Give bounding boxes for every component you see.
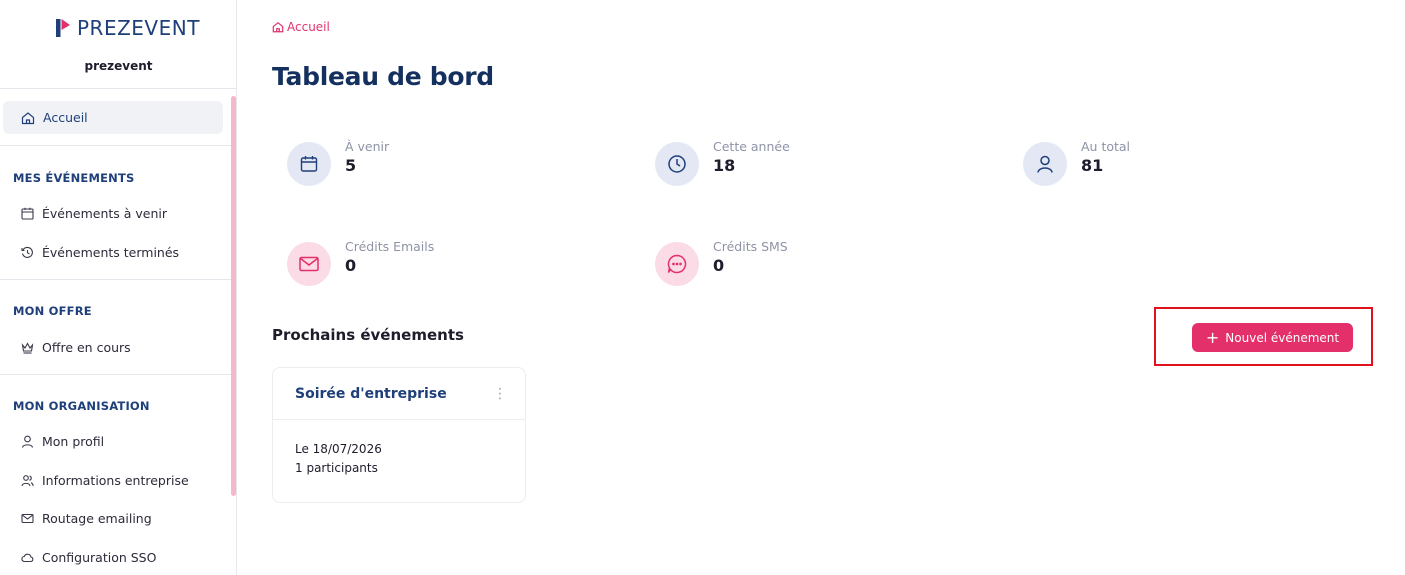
upcoming-events-heading: Prochains événements — [272, 326, 464, 344]
crown-icon — [20, 340, 34, 354]
sidebar-scrollbar[interactable] — [231, 96, 236, 496]
user-icon — [1023, 142, 1067, 186]
users-icon — [20, 473, 34, 487]
sidebar-item-emailing[interactable]: Routage emailing — [20, 507, 152, 529]
event-title[interactable]: Soirée d'entreprise — [295, 386, 447, 402]
sidebar-item-label: Événements terminés — [42, 244, 180, 260]
sidebar-item-label: Offre en cours — [42, 339, 131, 355]
organization-name: prezevent — [84, 59, 153, 73]
sidebar-item-profile[interactable]: Mon profil — [20, 430, 104, 452]
divider — [0, 279, 237, 280]
sidebar-item-label: Événements à venir — [42, 205, 168, 221]
stat-sms-credits: Crédits SMS 0 — [655, 239, 788, 286]
logo-text: PREZEVENT — [77, 16, 200, 40]
user-icon — [20, 434, 34, 448]
plus-icon: + — [1205, 327, 1220, 347]
sidebar-item-label: Configuration SSO — [42, 549, 157, 565]
logo-mark-icon — [56, 19, 70, 37]
stat-label: Crédits Emails — [345, 239, 435, 254]
divider — [0, 374, 237, 375]
sidebar-item-sso[interactable]: Configuration SSO — [20, 546, 156, 568]
new-event-button[interactable]: + Nouvel événement — [1192, 323, 1353, 352]
sidebar-item-label: Mon profil — [42, 433, 105, 449]
stat-email-credits: Crédits Emails 0 — [287, 239, 434, 286]
section-title-offer: MON OFFRE — [13, 304, 92, 318]
stat-total: Au total 81 — [1023, 139, 1130, 186]
home-icon — [21, 111, 35, 125]
event-participants: 1 participants — [295, 461, 378, 475]
history-icon — [20, 245, 34, 259]
stat-label: Au total — [1081, 139, 1131, 154]
event-card[interactable]: Soirée d'entreprise ⋮ Le 18/07/2026 1 pa… — [272, 367, 526, 503]
stat-value: 5 — [345, 156, 357, 175]
calendar-icon — [20, 206, 34, 220]
stat-value: 18 — [713, 156, 736, 175]
stat-value: 0 — [345, 256, 357, 275]
stat-this-year: Cette année 18 — [655, 139, 790, 186]
brand-header: PREZEVENT prezevent — [0, 0, 237, 89]
app: PREZEVENT prezevent Accueil MES ÉVÉNEMEN… — [0, 0, 1405, 575]
chat-icon — [655, 242, 699, 286]
sidebar-item-label: Accueil — [43, 110, 88, 125]
sidebar-item-company-info[interactable]: Informations entreprise — [20, 469, 189, 491]
stat-upcoming: À venir 5 — [287, 139, 389, 186]
section-title-organization: MON ORGANISATION — [13, 399, 150, 413]
sidebar-item-past-events[interactable]: Événements terminés — [20, 241, 179, 263]
event-card-header: Soirée d'entreprise ⋮ — [273, 368, 525, 420]
stat-label: Cette année — [713, 139, 790, 154]
stat-label: À venir — [345, 139, 390, 154]
page-title: Tableau de bord — [272, 62, 494, 91]
sidebar: PREZEVENT prezevent Accueil MES ÉVÉNEMEN… — [0, 0, 237, 575]
stat-value: 0 — [713, 256, 725, 275]
stat-label: Crédits SMS — [713, 239, 788, 254]
breadcrumb-label: Accueil — [287, 20, 330, 34]
logo[interactable]: PREZEVENT — [56, 16, 200, 40]
stat-value: 81 — [1081, 156, 1104, 175]
cloud-icon — [20, 550, 34, 564]
new-event-button-label: Nouvel événement — [1225, 330, 1340, 345]
event-card-body: Le 18/07/2026 1 participants — [273, 420, 525, 478]
event-date: Le 18/07/2026 — [295, 442, 382, 456]
breadcrumb[interactable]: Accueil — [272, 20, 330, 34]
sidebar-item-accueil[interactable]: Accueil — [3, 101, 223, 134]
more-vertical-icon[interactable]: ⋮ — [493, 386, 507, 402]
home-icon — [272, 21, 284, 33]
divider — [0, 145, 237, 146]
sidebar-item-label: Routage emailing — [42, 510, 152, 526]
sidebar-item-current-offer[interactable]: Offre en cours — [20, 336, 131, 358]
section-title-events: MES ÉVÉNEMENTS — [13, 171, 135, 185]
sidebar-item-upcoming-events[interactable]: Événements à venir — [20, 202, 167, 224]
calendar-icon — [287, 142, 331, 186]
mail-icon — [20, 511, 34, 525]
sidebar-item-label: Informations entreprise — [42, 472, 189, 488]
clock-icon — [655, 142, 699, 186]
mail-icon — [287, 242, 331, 286]
